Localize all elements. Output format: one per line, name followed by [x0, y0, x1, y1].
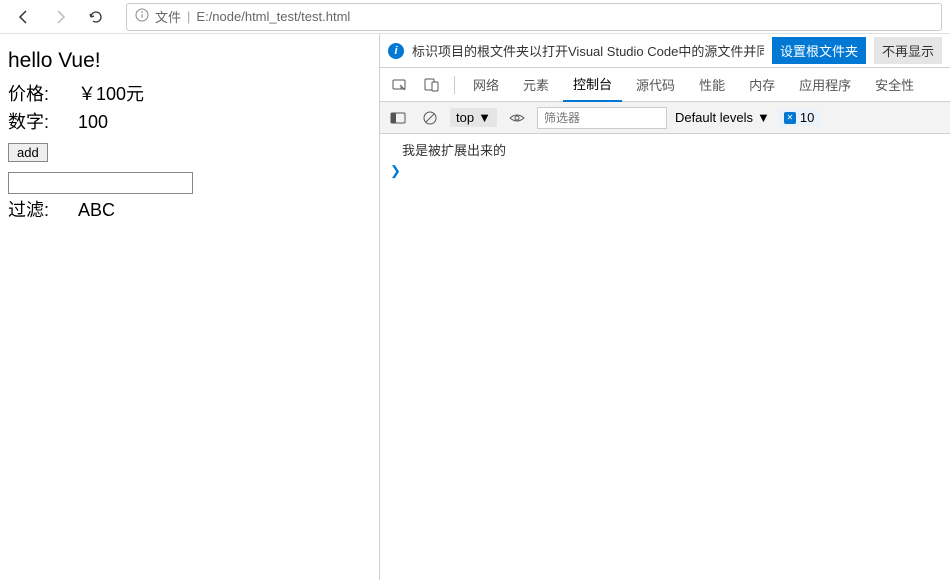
reload-button[interactable]	[80, 3, 112, 31]
context-selector[interactable]: top ▼	[450, 108, 497, 127]
addr-url: E:/node/html_test/test.html	[196, 9, 350, 24]
text-input[interactable]	[8, 172, 193, 194]
log-levels-selector[interactable]: Default levels ▼	[675, 110, 770, 125]
console-filter-input[interactable]	[537, 107, 667, 129]
set-root-folder-button[interactable]: 设置根文件夹	[772, 37, 866, 64]
inspect-icon[interactable]	[386, 71, 414, 99]
price-label: 价格:	[8, 80, 78, 109]
tab-console[interactable]: 控制台	[563, 68, 622, 102]
tab-security[interactable]: 安全性	[865, 68, 924, 102]
tab-performance[interactable]: 性能	[689, 68, 735, 102]
tab-network[interactable]: 网络	[463, 68, 509, 102]
chevron-down-icon: ▼	[478, 110, 491, 125]
issues-count: 10	[800, 110, 814, 125]
back-button[interactable]	[8, 3, 40, 31]
issues-dot-icon: ✕	[784, 112, 796, 124]
forward-button[interactable]	[44, 3, 76, 31]
addr-separator: |	[187, 9, 190, 24]
tab-application[interactable]: 应用程序	[789, 68, 861, 102]
page-title: hello Vue!	[8, 44, 371, 78]
tab-memory[interactable]: 内存	[739, 68, 785, 102]
console-prompt-icon: ❯	[388, 161, 942, 181]
price-value: ￥100元	[78, 80, 144, 109]
tab-elements[interactable]: 元素	[513, 68, 559, 102]
filter-label: 过滤:	[8, 196, 78, 225]
number-value: 100	[78, 108, 108, 137]
levels-label: Default levels	[675, 110, 753, 125]
console-output[interactable]: 我是被扩展出来的 ❯	[380, 134, 950, 580]
device-toggle-icon[interactable]	[418, 71, 446, 99]
issues-badge[interactable]: ✕ 10	[778, 109, 820, 126]
page-content: hello Vue! 价格: ￥100元 数字: 100 add 过滤: ABC	[0, 34, 380, 580]
dismiss-button[interactable]: 不再显示	[874, 37, 942, 64]
clear-console-icon[interactable]	[418, 106, 442, 130]
filter-value: ABC	[78, 196, 115, 225]
address-bar[interactable]: 文件 | E:/node/html_test/test.html	[126, 3, 942, 31]
addr-label: 文件	[155, 7, 181, 26]
eye-icon[interactable]	[505, 106, 529, 130]
divider	[454, 76, 455, 94]
context-value: top	[456, 110, 474, 125]
number-label: 数字:	[8, 108, 78, 137]
console-log-line: 我是被扩展出来的	[388, 138, 942, 161]
tab-sources[interactable]: 源代码	[626, 68, 685, 102]
devtools-panel: i 标识项目的根文件夹以打开Visual Studio Code中的源文件并同步…	[380, 34, 950, 580]
info-icon: i	[388, 43, 404, 59]
info-message: 标识项目的根文件夹以打开Visual Studio Code中的源文件并同步更改…	[412, 41, 764, 60]
chevron-down-icon: ▼	[757, 110, 770, 125]
add-button[interactable]: add	[8, 143, 48, 162]
info-icon	[135, 8, 149, 25]
sidebar-toggle-icon[interactable]	[386, 106, 410, 130]
